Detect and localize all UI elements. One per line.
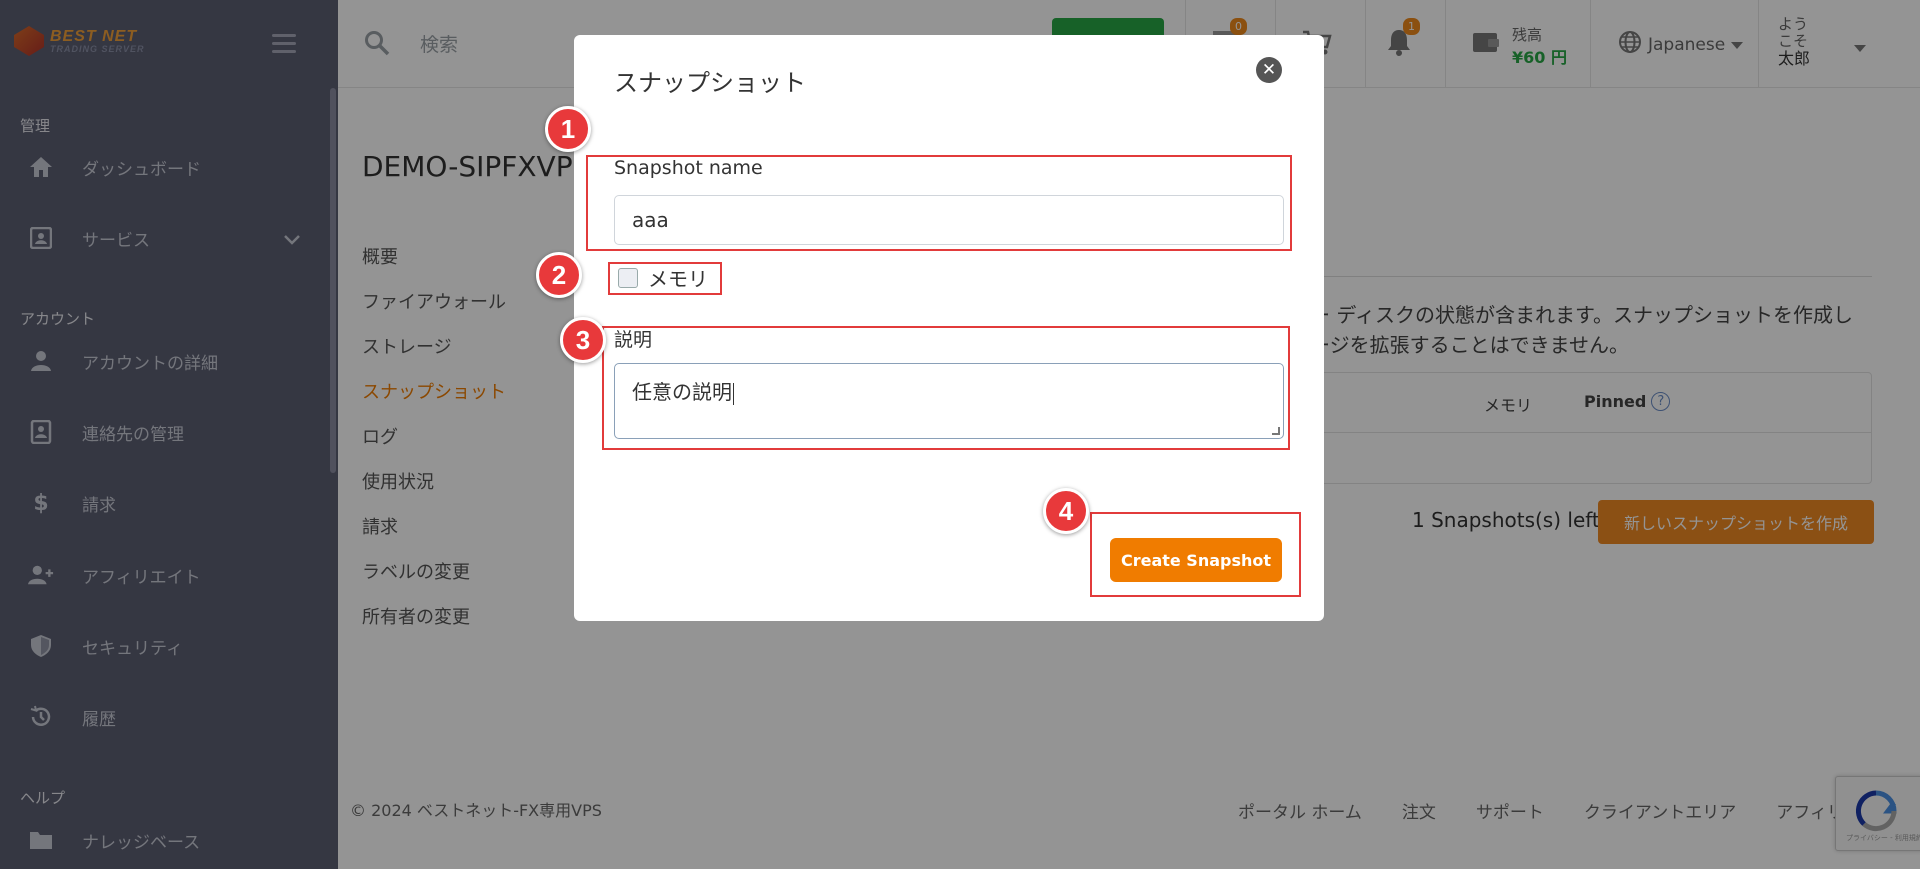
modal-title: スナップショット — [614, 69, 806, 97]
close-icon[interactable]: ✕ — [1256, 57, 1282, 83]
annotation-badge-4: 4 — [1043, 488, 1089, 534]
annotation-badge-3: 3 — [560, 317, 606, 363]
annotation-box-3 — [602, 326, 1290, 450]
annotation-badge-1: 1 — [545, 106, 591, 152]
annotation-box-4 — [1090, 512, 1301, 597]
annotation-badge-2: 2 — [536, 252, 582, 298]
annotation-box-2 — [608, 262, 722, 295]
annotation-box-1 — [586, 155, 1292, 251]
